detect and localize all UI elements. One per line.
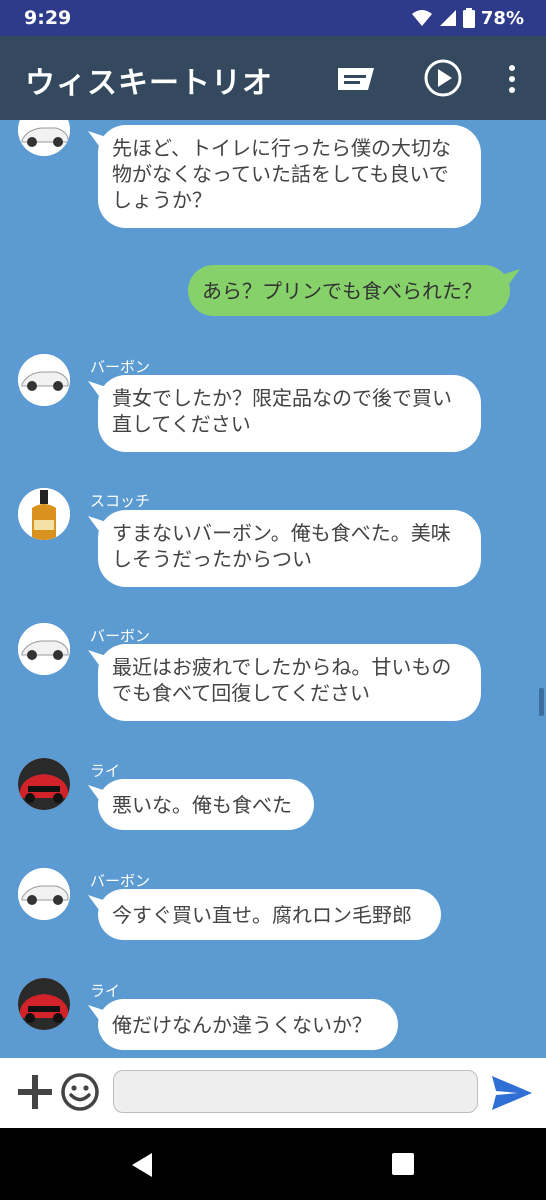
avatar-white-car[interactable] (18, 623, 70, 675)
message-bubble: 最近はお疲れでしたからね。甘いものでも食べて回復してください (98, 644, 481, 721)
avatar-whisky-bottle[interactable] (18, 488, 70, 540)
recents-icon[interactable] (392, 1153, 414, 1175)
battery-level: 78% (480, 7, 524, 29)
message-bubble: 悪いな。俺も食べた (98, 779, 314, 830)
emoji-icon[interactable] (60, 1072, 100, 1112)
play-icon[interactable] (423, 58, 463, 98)
status-icons: 78% (411, 8, 524, 29)
message-bubble: 俺だけなんか違うくないか？ (98, 999, 398, 1050)
message-bubble: 先ほど、トイレに行ったら僕の大切な物がなくなっていた話をしても良いでしょうか？ (98, 125, 481, 228)
message-bubble: すまないバーボン。俺も食べた。美味しそうだったからつい (98, 510, 481, 587)
sender-name: スコッチ (90, 492, 151, 510)
avatar-white-car[interactable] (18, 120, 70, 156)
avatar-white-car[interactable] (18, 354, 70, 406)
navigation-bar (0, 1128, 546, 1200)
scrollbar[interactable] (539, 688, 544, 716)
input-bar (0, 1058, 546, 1128)
more-vert-icon[interactable] (506, 64, 518, 94)
status-time: 9:29 (24, 7, 72, 29)
message-input[interactable] (113, 1070, 478, 1113)
back-icon[interactable] (130, 1152, 154, 1178)
message-bubble: 貴女でしたか？限定品なので後で買い直してください (98, 375, 481, 452)
sender-name: ライ (90, 762, 121, 780)
battery-icon (462, 8, 475, 28)
chat-area[interactable]: 先ほど、トイレに行ったら僕の大切な物がなくなっていた話をしても良いでしょうか？ … (0, 120, 546, 1058)
sender-name: バーボン (90, 627, 151, 645)
wifi-icon (411, 10, 432, 26)
avatar-red-car[interactable] (18, 758, 70, 810)
sender-name: ライ (90, 982, 121, 1000)
status-bar: 9:29 78% (0, 0, 546, 36)
message-bubble-self: あら？プリンでも食べられた？ (188, 265, 510, 316)
avatar-red-car[interactable] (18, 978, 70, 1030)
add-icon[interactable] (16, 1073, 54, 1111)
message-icon[interactable] (336, 66, 376, 92)
avatar-white-car[interactable] (18, 868, 70, 920)
app-bar: ウィスキートリオ (0, 36, 546, 120)
message-bubble: 今すぐ買い直せ。腐れロン毛野郎 (98, 889, 441, 940)
send-icon[interactable] (490, 1074, 534, 1112)
chat-title: ウィスキートリオ (25, 66, 273, 101)
sender-name: バーボン (90, 358, 151, 376)
sender-name: バーボン (90, 872, 151, 890)
signal-icon (439, 10, 456, 26)
